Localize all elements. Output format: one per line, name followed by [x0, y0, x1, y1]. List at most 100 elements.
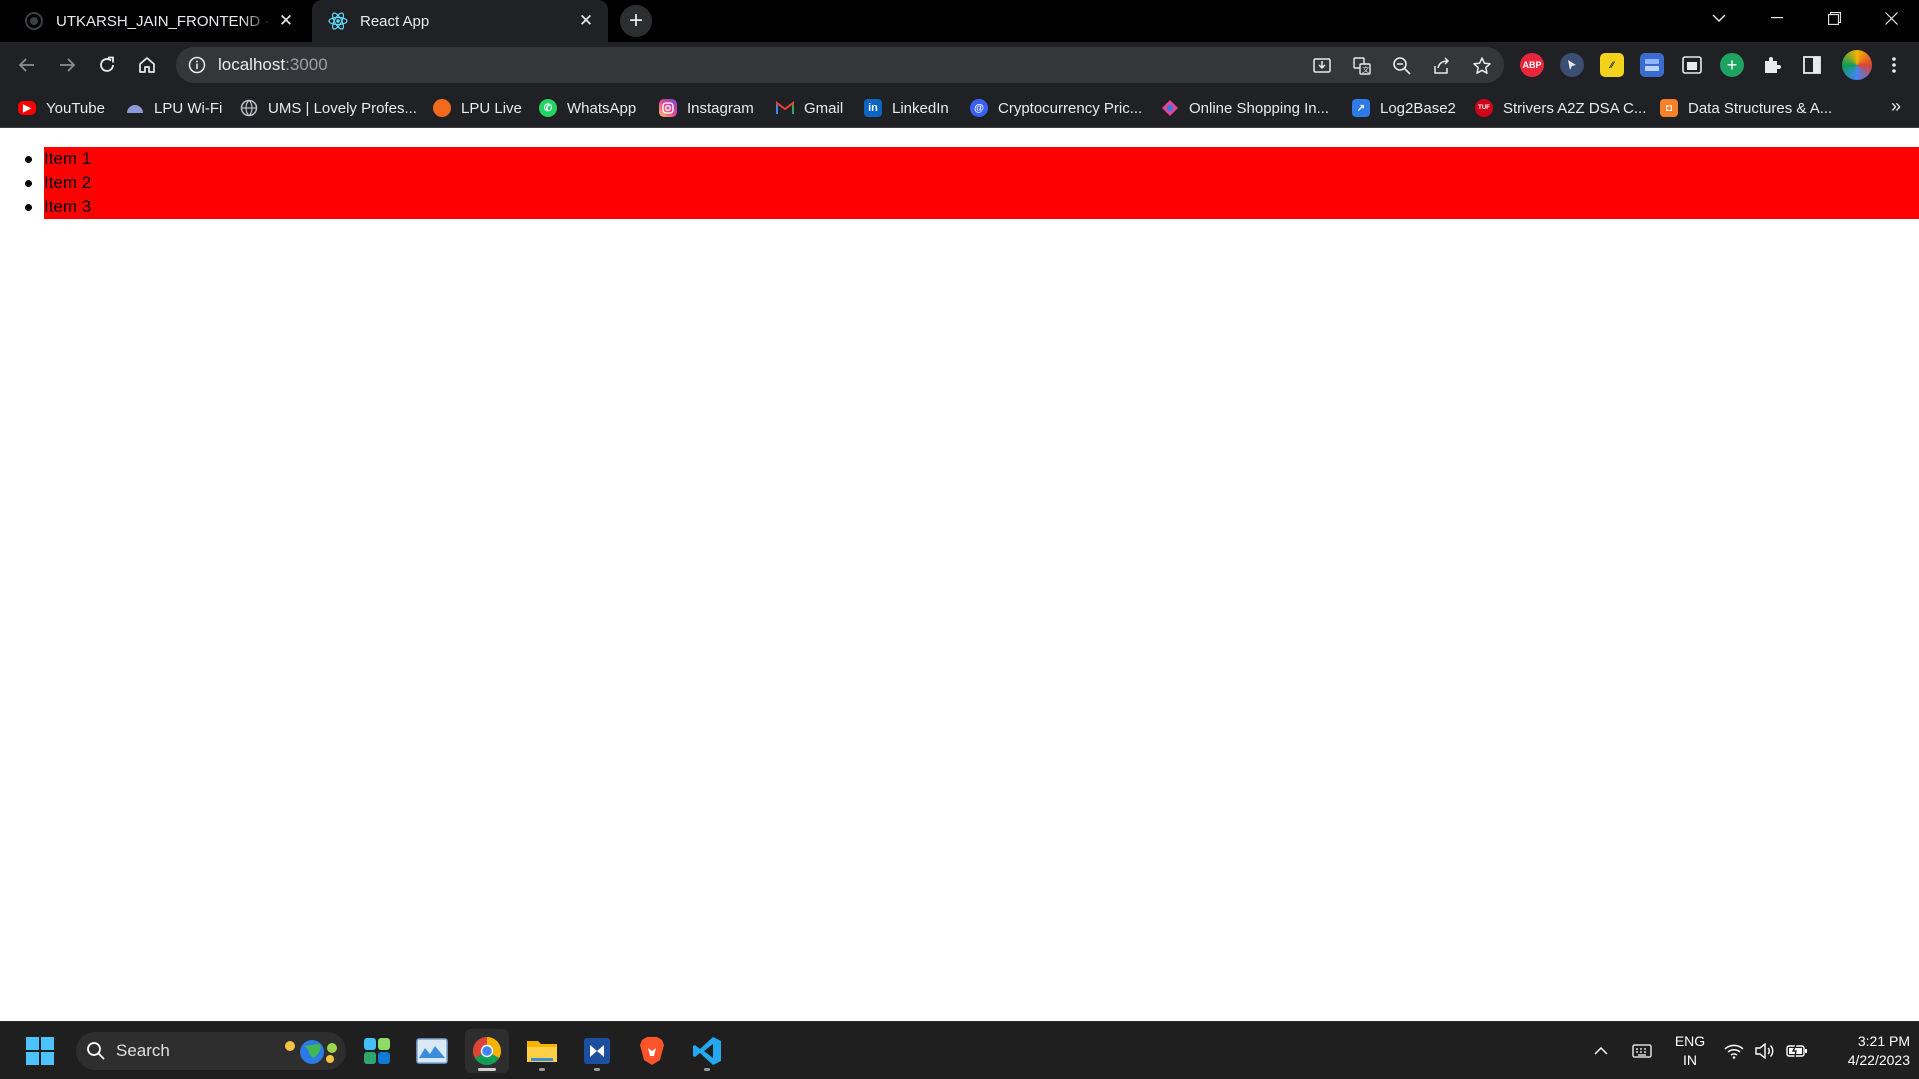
bookmark-linkedin[interactable]: in LinkedIn: [864, 97, 949, 119]
bookmark-strivers[interactable]: TUF Strivers A2Z DSA C...: [1475, 97, 1646, 119]
gmail-icon: [776, 99, 794, 117]
bookmark-label: YouTube: [46, 99, 105, 117]
brave-app-icon[interactable]: [630, 1029, 674, 1073]
arrow-right-icon: [60, 58, 76, 72]
coinmarketcap-icon: @: [970, 99, 988, 117]
chrome-app-icon[interactable]: [465, 1029, 509, 1073]
minimize-button[interactable]: [1749, 0, 1805, 36]
language-code: ENG: [1674, 1033, 1706, 1049]
browser-toolbar: localhost :3000 文 ABP ⁄⁄ +: [0, 42, 1919, 88]
search-label: Search: [116, 1041, 170, 1060]
zoom-out-icon[interactable]: [1392, 56, 1412, 76]
bookmark-label: LPU Wi-Fi: [154, 99, 223, 117]
striver-icon: TUF: [1475, 99, 1493, 117]
bookmark-online-shopping[interactable]: Online Shopping In...: [1161, 97, 1329, 119]
side-panel-icon[interactable]: [1800, 53, 1824, 77]
tab-title: UTKARSH_JAIN_FRONTEND · Issues: [56, 12, 274, 30]
close-icon[interactable]: ✕: [574, 9, 598, 33]
vscode-app-icon[interactable]: [685, 1029, 729, 1073]
bookmark-cryptocurrency[interactable]: @ Cryptocurrency Pric...: [970, 97, 1142, 119]
restore-button[interactable]: [1806, 0, 1862, 36]
clock-date: 4/22/2023: [1847, 1052, 1910, 1068]
svg-text:文: 文: [1362, 65, 1369, 74]
tab-react-app[interactable]: React App ✕: [312, 0, 608, 42]
windows-taskbar: Search ENG IN 3:21 PM 4/22/2023: [0, 1021, 1919, 1079]
bookmark-gmail[interactable]: Gmail: [776, 97, 843, 119]
language-indicator[interactable]: ENG IN: [1668, 1032, 1712, 1070]
bookmark-log2base2[interactable]: ↗ Log2Base2: [1352, 97, 1456, 119]
windows-start-button[interactable]: [18, 1029, 62, 1073]
tab-search-chevron-down-icon[interactable]: [1691, 0, 1747, 36]
react-icon: [328, 11, 348, 31]
page-viewport: Item 1 Item 2 Item 3: [0, 129, 1919, 1021]
extensions-puzzle-icon[interactable]: [1760, 53, 1784, 77]
bookmark-star-icon[interactable]: [1472, 56, 1492, 76]
bookmark-data-structures[interactable]: ◘ Data Structures & A...: [1660, 97, 1832, 119]
picture-in-picture-icon[interactable]: [1680, 53, 1704, 77]
bookmark-youtube[interactable]: ▶ YouTube: [18, 97, 105, 119]
widgets-app-icon[interactable]: [355, 1029, 399, 1073]
forward-button[interactable]: [51, 49, 83, 81]
photos-app-icon[interactable]: [410, 1029, 454, 1073]
whatsapp-icon: ✆: [539, 99, 557, 117]
install-app-icon[interactable]: [1312, 56, 1332, 76]
bookmark-label: Instagram: [687, 99, 754, 117]
adblock-plus-icon[interactable]: ABP: [1520, 53, 1544, 77]
cursor-extension-icon[interactable]: [1560, 53, 1584, 77]
globe-icon: [240, 99, 258, 117]
bookmark-whatsapp[interactable]: ✆ WhatsApp: [539, 97, 636, 119]
translate-icon[interactable]: 文: [1352, 56, 1372, 76]
earth-day-highlight-icon: [285, 1040, 337, 1064]
show-hidden-icons-chevron-up-icon[interactable]: [1590, 1036, 1612, 1066]
wifi-icon[interactable]: [1722, 1036, 1746, 1066]
windows-logo-icon: [26, 1037, 54, 1065]
volume-icon[interactable]: [1753, 1036, 1777, 1066]
notes-extension-icon[interactable]: ⁄⁄: [1600, 53, 1624, 77]
bookmark-lpu-live[interactable]: LPU Live: [433, 97, 522, 119]
battery-charging-icon[interactable]: [1784, 1036, 1810, 1066]
item-list: Item 1 Item 2 Item 3: [0, 147, 1919, 219]
bookmark-label: Online Shopping In...: [1189, 99, 1330, 117]
home-button[interactable]: [131, 49, 163, 81]
close-icon[interactable]: ✕: [274, 9, 298, 33]
url-host: localhost: [218, 55, 286, 74]
codingninjas-icon: ◘: [1660, 99, 1678, 117]
more-menu-icon[interactable]: [1882, 53, 1906, 77]
taskbar-search[interactable]: Search: [76, 1032, 346, 1070]
search-icon: [87, 1042, 105, 1060]
youtube-icon: ▶: [18, 101, 36, 115]
bookmark-label: WhatsApp: [567, 99, 637, 117]
share-icon[interactable]: [1432, 56, 1452, 76]
bookmark-label: LPU Live: [461, 99, 522, 117]
url-port: :3000: [285, 55, 328, 74]
wifi-bookmark-icon: [126, 99, 144, 117]
shopping-icon: [1161, 99, 1179, 117]
bookmark-label: LinkedIn: [892, 99, 949, 117]
reload-icon: [100, 56, 114, 72]
dx-app-icon[interactable]: [575, 1029, 619, 1073]
back-button[interactable]: [11, 49, 43, 81]
bookmark-label: Strivers A2Z DSA C...: [1503, 99, 1647, 117]
bookmarks-overflow-button[interactable]: »: [1891, 96, 1901, 117]
bookmark-lpu-wifi[interactable]: LPU Wi-Fi: [126, 97, 222, 119]
tab-github-issues[interactable]: UTKARSH_JAIN_FRONTEND · Issues ✕: [8, 0, 308, 42]
list-item: Item 3: [25, 195, 1919, 219]
info-icon[interactable]: [188, 56, 206, 74]
new-tab-button[interactable]: +: [620, 5, 652, 37]
tab-manager-icon[interactable]: [1640, 53, 1664, 77]
file-explorer-app-icon[interactable]: [520, 1029, 564, 1073]
bookmark-ums[interactable]: UMS | Lovely Profes...: [240, 97, 417, 119]
bookmark-instagram[interactable]: Instagram: [659, 97, 754, 119]
keyboard-icon[interactable]: [1630, 1036, 1654, 1066]
taskbar-clock[interactable]: 3:21 PM 4/22/2023: [1820, 1032, 1910, 1070]
list-item: Item 1: [25, 147, 1919, 171]
address-bar[interactable]: localhost :3000 文: [176, 47, 1504, 83]
log2base2-icon: ↗: [1352, 99, 1370, 117]
profile-avatar[interactable]: [1842, 50, 1872, 80]
add-extension-icon[interactable]: +: [1720, 53, 1744, 77]
close-window-button[interactable]: [1863, 0, 1919, 36]
clock-time: 3:21 PM: [1857, 1033, 1910, 1049]
bookmark-label: Data Structures & A...: [1688, 99, 1833, 117]
reload-button[interactable]: [91, 49, 123, 81]
bookmark-label: Cryptocurrency Pric...: [998, 99, 1143, 117]
